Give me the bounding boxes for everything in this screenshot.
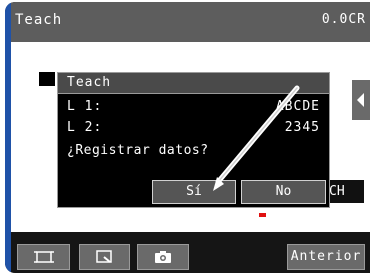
dialog-title: Teach (67, 75, 112, 90)
dialog-question: ¿Registrar datos? (67, 143, 209, 158)
dialog-row-l2: L 2: 2345 (67, 120, 320, 138)
dialog-row-l1: L 1: ABCDE (67, 99, 320, 117)
row-value: 2345 (284, 120, 320, 135)
camera-icon (155, 251, 171, 263)
red-marker (259, 213, 266, 217)
row-label: L 2: (67, 120, 103, 135)
device-frame: Teach 0.0CR CH Teach L 1: ABCDE L 2: 234… (0, 0, 370, 275)
back-button-label: Anterior (290, 249, 362, 264)
ch-button[interactable]: CH (324, 179, 365, 204)
frame-button[interactable] (17, 244, 70, 270)
camera-button[interactable] (137, 244, 189, 270)
dialog-header: Teach (58, 73, 329, 94)
no-button[interactable]: No (241, 180, 326, 204)
window-title: Teach (15, 12, 63, 28)
chevron-left-icon (357, 93, 364, 107)
row-value: ABCDE (275, 99, 320, 114)
left-marker (39, 72, 55, 86)
zoom-button[interactable] (79, 244, 130, 270)
row-label: L 1: (67, 99, 103, 114)
back-button[interactable]: Anterior (287, 244, 365, 270)
side-panel-toggle[interactable] (352, 80, 370, 120)
coordinate-readout: 0.0CR (321, 12, 366, 27)
yes-button[interactable]: Sí (152, 180, 236, 204)
title-bar: Teach 0.0CR (11, 2, 370, 42)
yes-button-label: Sí (186, 184, 202, 199)
zoom-icon (95, 250, 112, 263)
teach-dialog: Teach L 1: ABCDE L 2: 2345 ¿Registrar da… (57, 72, 330, 208)
frame-icon (33, 251, 54, 263)
ch-button-label: CH (329, 184, 345, 199)
no-button-label: No (275, 184, 292, 199)
